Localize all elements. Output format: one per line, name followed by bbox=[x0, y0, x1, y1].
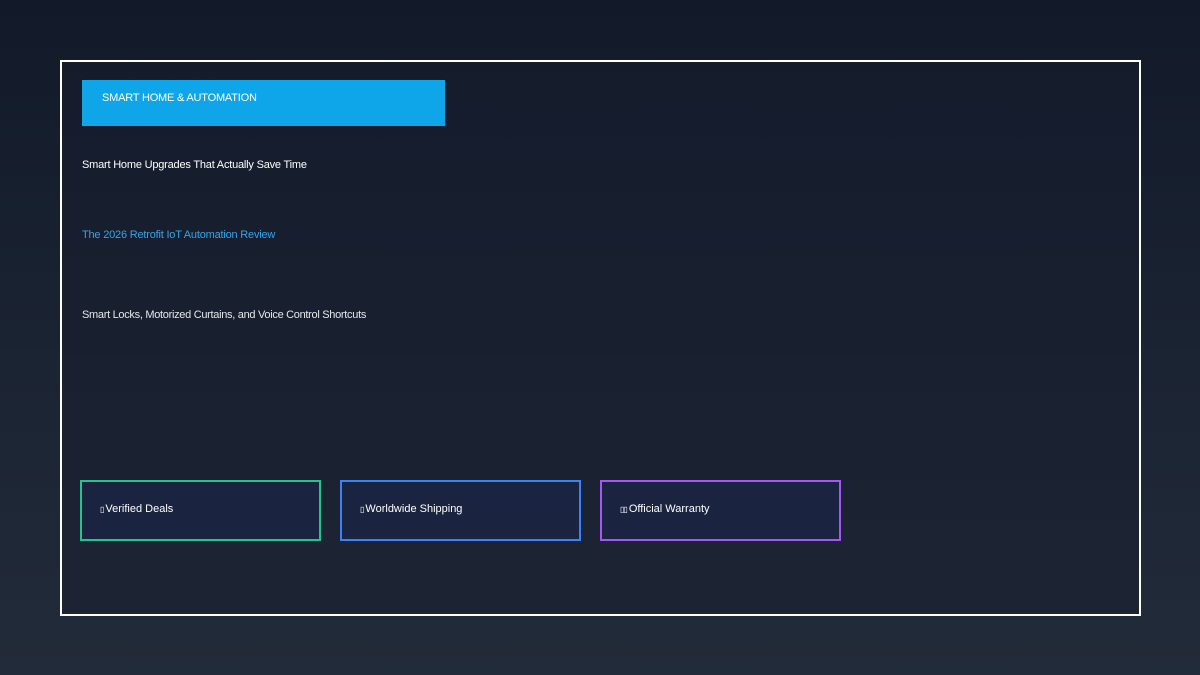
globe-icon: ▯ bbox=[360, 504, 365, 514]
topics-subtitle: Smart Locks, Motorized Curtains, and Voi… bbox=[82, 309, 367, 321]
review-title-link[interactable]: The 2026 Retrofit IoT Automation Review bbox=[82, 229, 275, 241]
badge-label: Verified Deals bbox=[105, 503, 174, 515]
badge-official-warranty: ▯▯ Official Warranty bbox=[600, 480, 841, 541]
badge-label: Official Warranty bbox=[628, 503, 710, 515]
badge-label: Worldwide Shipping bbox=[365, 503, 463, 515]
category-banner: SMART HOME & AUTOMATION bbox=[82, 80, 445, 126]
check-icon: ▯ bbox=[100, 504, 105, 514]
headline: Smart Home Upgrades That Actually Save T… bbox=[82, 159, 307, 171]
promo-card-frame: SMART HOME & AUTOMATION Smart Home Upgra… bbox=[60, 60, 1141, 616]
badge-worldwide-shipping: ▯ Worldwide Shipping bbox=[340, 480, 581, 541]
shield-icon: ▯▯ bbox=[620, 504, 628, 514]
badge-verified-deals: ▯ Verified Deals bbox=[80, 480, 321, 541]
category-label: SMART HOME & AUTOMATION bbox=[102, 92, 257, 104]
